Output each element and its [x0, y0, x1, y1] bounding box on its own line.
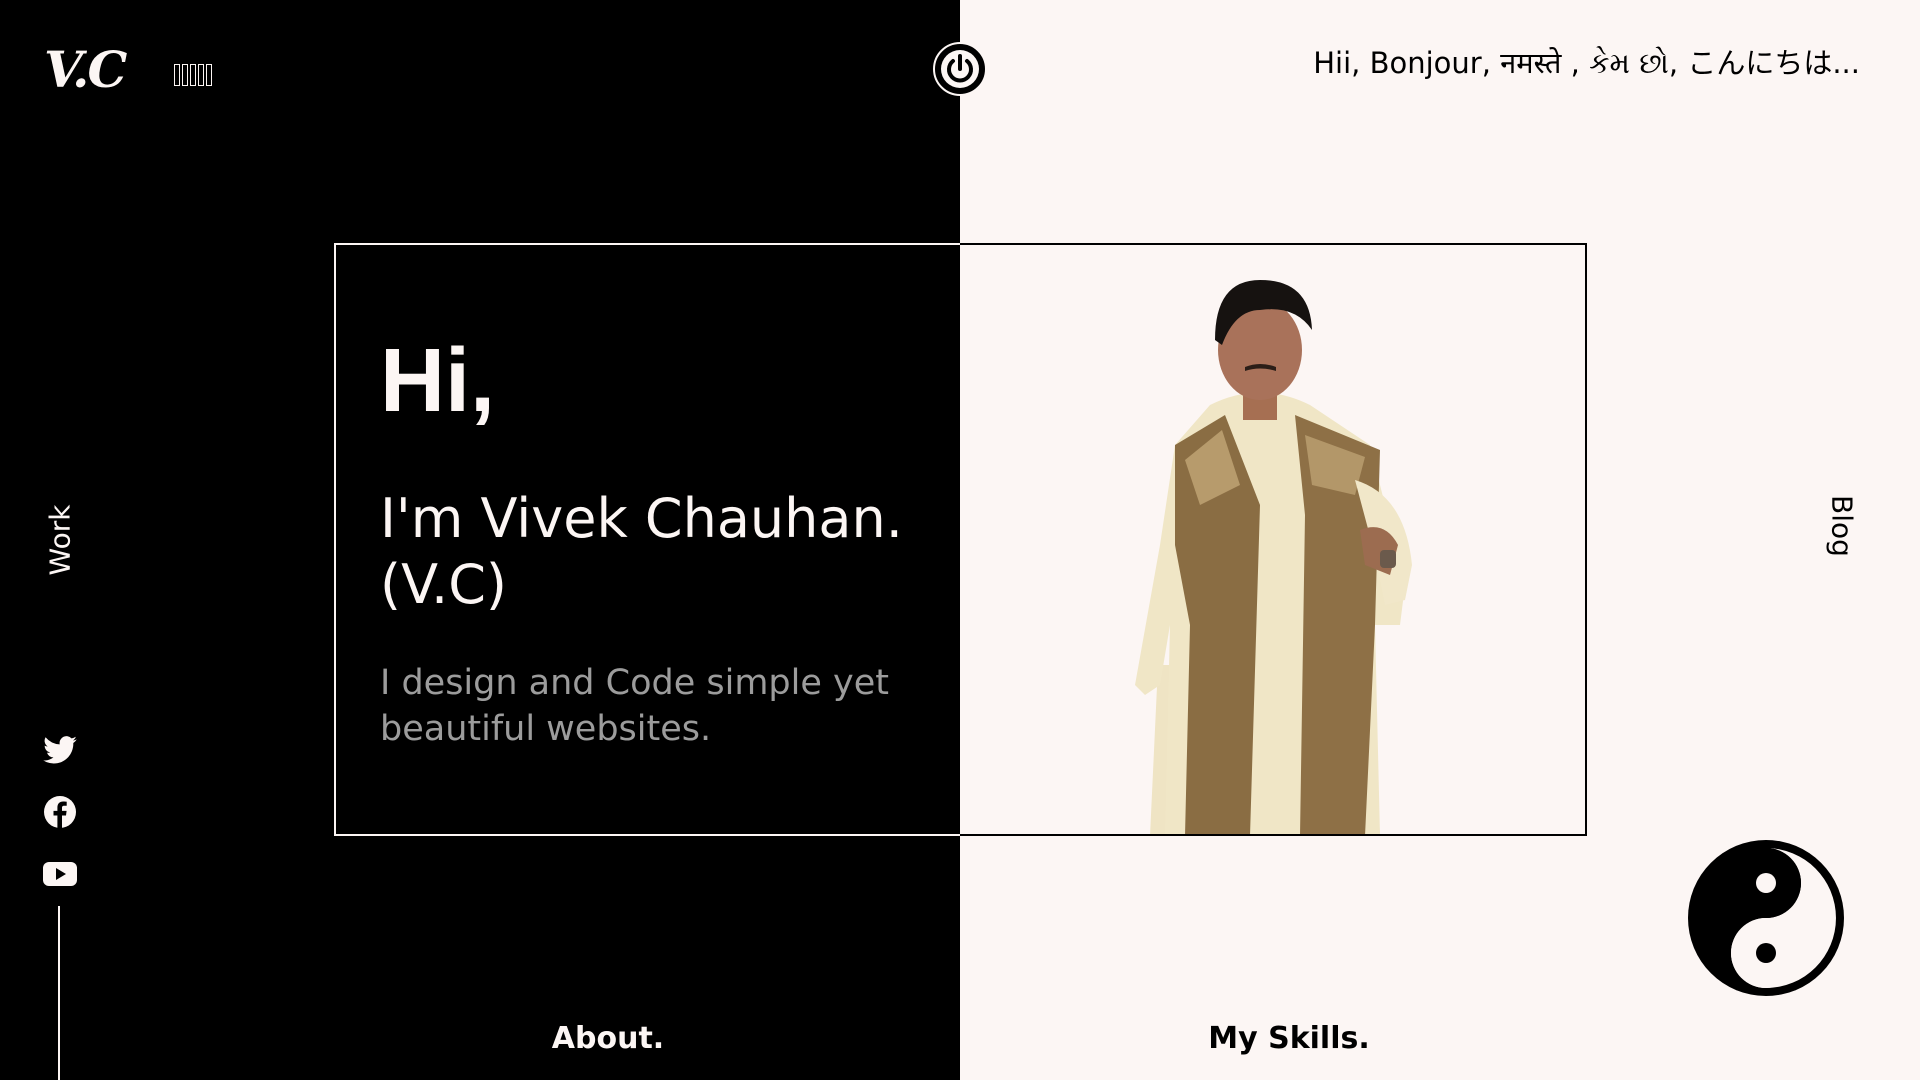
site-logo[interactable]: V.C	[44, 40, 127, 99]
intro-name-heading: I'm Vivek Chauhan. (V.C)	[380, 487, 903, 616]
nav-about-link[interactable]: About.	[552, 1021, 664, 1056]
glyph-box	[182, 64, 188, 86]
twitter-icon	[43, 736, 77, 764]
glyph-box	[190, 64, 196, 86]
glyph-box	[206, 64, 212, 86]
menu-glyphs	[174, 64, 212, 86]
nav-skills-link[interactable]: My Skills.	[1208, 1021, 1370, 1056]
portrait-image	[1135, 280, 1412, 834]
nav-blog-link[interactable]: Blog	[1826, 495, 1859, 557]
twitter-link[interactable]	[42, 732, 78, 768]
facebook-icon	[44, 796, 76, 828]
glyph-box	[174, 64, 180, 86]
facebook-link[interactable]	[42, 794, 78, 830]
social-divider-line	[58, 906, 60, 1080]
power-icon	[941, 50, 979, 88]
intro-tagline: I design and Code simple yet beautiful w…	[380, 663, 890, 749]
intro-card-light	[960, 243, 1587, 836]
theme-toggle-button[interactable]	[933, 42, 987, 96]
nav-work-link[interactable]: Work	[44, 505, 77, 576]
intro-hi-heading: Hi,	[380, 331, 496, 431]
youtube-link[interactable]	[42, 856, 78, 892]
yin-yang-icon[interactable]	[1686, 838, 1846, 998]
greeting-text: Hii, Bonjour, नमस्ते , કેમ છો, こんにちは...	[1313, 46, 1860, 80]
youtube-icon	[43, 862, 77, 886]
glyph-box	[198, 64, 204, 86]
